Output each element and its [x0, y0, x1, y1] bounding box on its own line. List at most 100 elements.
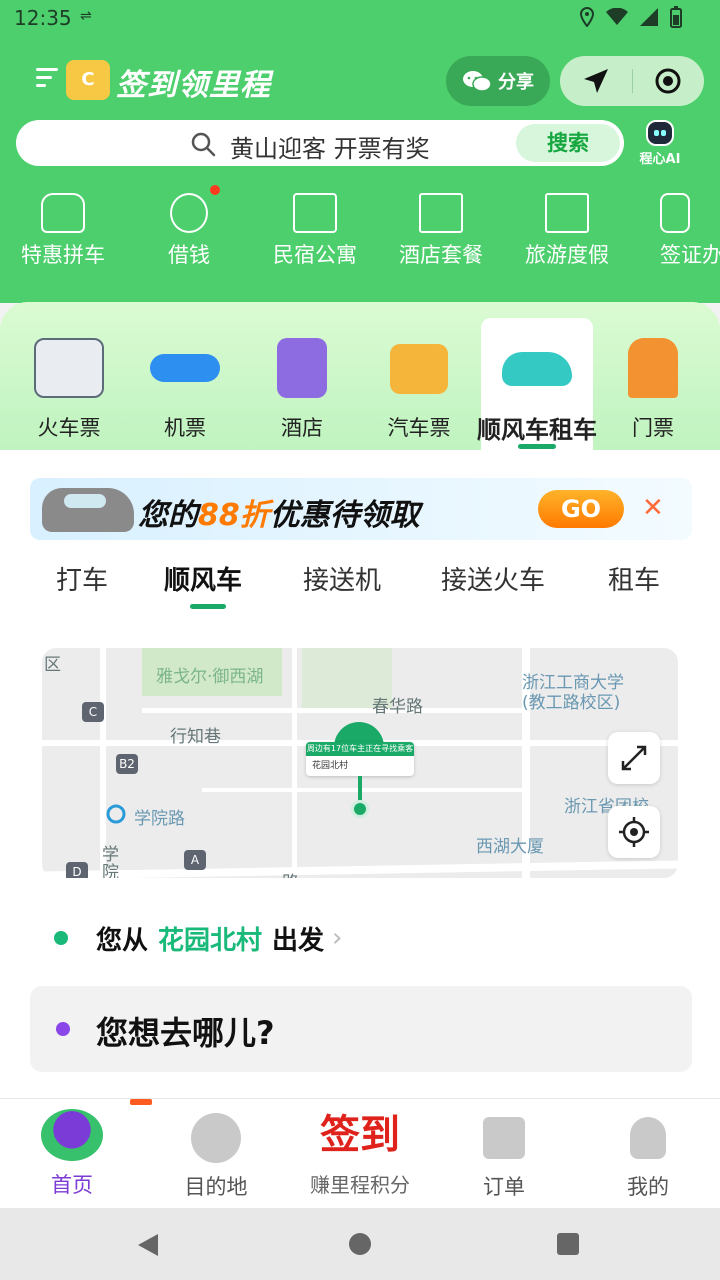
checkin-title[interactable]: 签到领里程: [116, 60, 271, 104]
quick-item-vacation[interactable]: 旅游度假: [504, 193, 630, 293]
nav-destination[interactable]: 目的地: [144, 1109, 288, 1201]
map-label-xihu: 西湖大厦: [476, 837, 544, 857]
map-view[interactable]: 区 雅戈尔·御西湖 春华路 浙江工商大学 (教工路校区) 行知巷 学院路 浙江省…: [42, 648, 678, 878]
share-button[interactable]: 分享: [446, 56, 550, 106]
metro-icon: [106, 804, 126, 824]
departure-row[interactable]: 您从 花园北村 出发 ›: [54, 920, 342, 956]
sim-icon: ⇌: [80, 8, 92, 24]
departure-dot: [54, 931, 68, 945]
transport-panel: 火车票 机票 酒店 汽车票 顺风车租车 门票: [0, 302, 720, 452]
transport-label: 顺风车租车: [477, 416, 597, 444]
car-icon: [502, 352, 572, 386]
map-label-yage: 雅戈尔·御西湖: [156, 667, 264, 687]
map-label-xingzhi: 行知巷: [170, 727, 221, 747]
wifi-icon: [606, 8, 628, 25]
share-label: 分享: [498, 72, 534, 93]
tab-train-transfer[interactable]: 接送火车: [441, 560, 545, 597]
map-road: [42, 860, 678, 878]
transport-train[interactable]: 火车票: [10, 314, 128, 449]
quick-item-homestay[interactable]: 民宿公寓: [252, 193, 378, 293]
map-road: [202, 788, 522, 792]
promo-go-button[interactable]: GO: [538, 490, 624, 528]
miniprogram-capsule: [560, 56, 704, 106]
train-icon: [34, 338, 104, 398]
destination-input[interactable]: 您想去哪儿?: [30, 986, 692, 1072]
transport-ride[interactable]: 顺风车租车: [477, 318, 597, 452]
location-icon: [580, 7, 594, 27]
hotel-icon: [277, 338, 327, 398]
recents-icon[interactable]: [556, 1232, 580, 1256]
pin-notice: 周边有17位车主正在寻找乘客: [306, 742, 414, 756]
destination-dot: [56, 1022, 70, 1036]
checkin-big-text: 签到: [320, 1111, 400, 1158]
nav-home[interactable]: 首页: [0, 1109, 144, 1199]
map-label-district: 区: [44, 655, 61, 675]
pin-location: 花园北村: [312, 761, 349, 771]
menu-icon[interactable]: [36, 66, 58, 90]
nav-destination-label: 目的地: [184, 1175, 248, 1199]
map-label-xueyuan: 学院路: [134, 809, 185, 829]
transport-label: 门票: [632, 416, 674, 440]
from-prefix: 您从: [96, 925, 149, 956]
back-icon[interactable]: [136, 1232, 160, 1258]
quick-item-hotel-package[interactable]: 酒店套餐: [378, 193, 504, 293]
close-icon[interactable]: ✕: [642, 494, 664, 522]
quick-item-visa[interactable]: 签证办: [630, 193, 720, 293]
orders-icon: [483, 1117, 525, 1159]
promo-car-icon: [42, 488, 134, 532]
bus-icon: [390, 344, 448, 394]
transport-label: 机票: [164, 416, 206, 440]
nav-mine[interactable]: 我的: [576, 1109, 720, 1201]
quick-item-loan[interactable]: 借钱: [126, 185, 252, 293]
quick-item-label: 特惠拼车: [21, 243, 105, 267]
tab-hitchhike[interactable]: 顺风车: [164, 560, 242, 597]
promo-banner[interactable]: 您的88折优惠待领取 GO ✕: [30, 478, 692, 540]
ai-label: 程心AI: [639, 152, 681, 167]
nav-checkin-label: 赚里程积分: [310, 1173, 410, 1197]
tab-airport-transfer[interactable]: 接送机: [303, 560, 381, 597]
close-miniprogram-button[interactable]: [633, 56, 705, 106]
nav-orders[interactable]: 订单: [432, 1109, 576, 1201]
ai-assistant-button[interactable]: 程心AI: [632, 120, 688, 172]
promo-text-before: 您的: [138, 498, 198, 533]
from-place: 花园北村: [158, 925, 263, 956]
from-suffix: 出发: [272, 925, 325, 956]
transport-tickets[interactable]: 门票: [594, 314, 712, 449]
transport-flight[interactable]: 机票: [126, 314, 244, 449]
quick-item-label: 借钱: [168, 243, 210, 267]
quick-services: 特惠拼车 借钱 民宿公寓 酒店套餐 旅游度假 签证办: [0, 185, 720, 293]
nav-home-label: 首页: [51, 1173, 93, 1197]
map-road: [292, 648, 297, 878]
floating-badge: [130, 1099, 152, 1105]
navigate-button[interactable]: [560, 56, 632, 106]
target-circle-icon: [655, 68, 681, 94]
main-content: 您的88折优惠待领取 GO ✕ 打车 顺风车 接送机 接送火车 租车 区 雅戈尔…: [0, 450, 720, 1098]
promo-text: 您的88折优惠待领取: [138, 490, 420, 534]
search-button[interactable]: 搜索: [516, 124, 620, 162]
transport-bus[interactable]: 汽车票: [360, 314, 478, 449]
navigation-arrow-icon: [583, 69, 608, 93]
quick-item-carpool[interactable]: 特惠拼车: [0, 193, 126, 293]
palette-icon: [191, 1113, 241, 1163]
quick-item-label: 签证办: [660, 243, 720, 267]
tab-car-rental[interactable]: 租车: [608, 560, 660, 597]
home-icon[interactable]: [348, 1232, 372, 1256]
tab-taxi[interactable]: 打车: [56, 560, 108, 597]
map-pin-card[interactable]: 周边有17位车主正在寻找乘客 花园北村: [306, 742, 414, 776]
map-badge-c: C: [82, 702, 104, 722]
locate-me-button[interactable]: [608, 806, 660, 858]
expand-map-button[interactable]: [608, 732, 660, 784]
bottom-nav: 首页 目的地 签到 赚里程积分 订单 我的: [0, 1098, 720, 1208]
temple-icon: [628, 338, 678, 398]
quick-item-label: 民宿公寓: [273, 243, 357, 267]
nav-checkin[interactable]: 签到 赚里程积分: [288, 1109, 432, 1198]
plane-icon: [150, 354, 220, 382]
search-bar[interactable]: 黄山迎客 开票有奖 搜索: [16, 120, 624, 166]
map-pin-stem: [358, 776, 362, 802]
map-badge-d: D: [66, 862, 88, 878]
quick-item-label: 旅游度假: [525, 243, 609, 267]
transport-hotel[interactable]: 酒店: [243, 314, 361, 449]
map-label-chunhua: 春华路: [372, 697, 423, 717]
transport-label: 火车票: [37, 416, 101, 440]
destination-placeholder: 您想去哪儿?: [96, 1014, 275, 1052]
